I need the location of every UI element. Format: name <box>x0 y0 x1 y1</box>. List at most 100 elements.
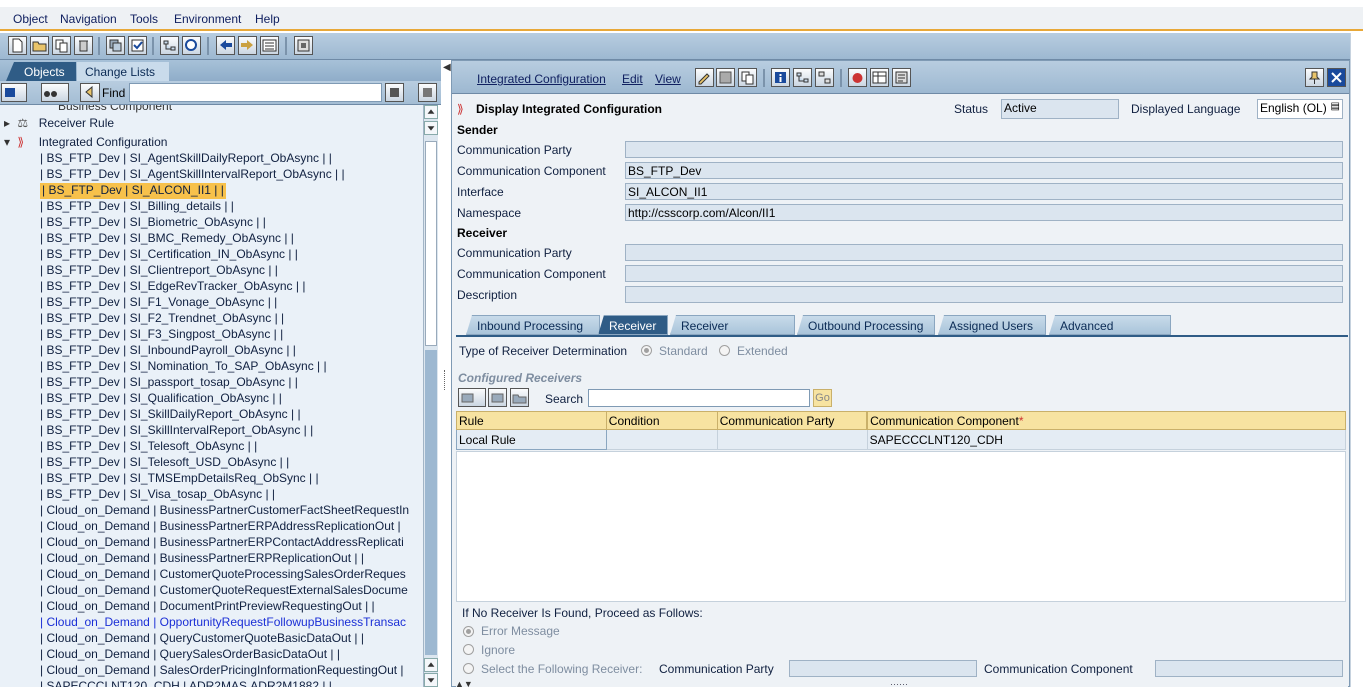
list-icon[interactable] <box>260 36 279 55</box>
add-row-icon[interactable] <box>458 388 486 407</box>
tree-scrollbar[interactable] <box>423 105 438 687</box>
sender-interface-field[interactable]: SI_ALCON_II1 <box>625 183 1343 200</box>
back-arrow-icon[interactable] <box>216 36 235 55</box>
open-folder-icon[interactable] <box>30 36 49 55</box>
tree-item[interactable]: | Cloud_on_Demand | BusinessPartnerERPAd… <box>40 519 401 535</box>
cell-rule[interactable]: Local Rule <box>456 429 607 450</box>
tree-item[interactable]: | BS_FTP_Dev | SI_passport_tosap_ObAsync… <box>40 375 298 391</box>
info-icon[interactable] <box>771 68 790 87</box>
cell-party[interactable] <box>716 429 868 450</box>
tree-node-business-component[interactable]: Business Component <box>58 105 172 115</box>
tree-item[interactable]: | BS_FTP_Dev | SI_F3_Singpost_ObAsync | … <box>40 327 283 343</box>
select-receiver-radio[interactable] <box>463 663 474 674</box>
error-message-radio[interactable] <box>463 626 474 637</box>
tab-outbound-processing[interactable]: Outbound Processing <box>797 315 935 335</box>
history-icon[interactable] <box>892 68 911 87</box>
pin-icon[interactable] <box>1305 68 1324 87</box>
binoculars-icon[interactable] <box>41 83 69 102</box>
expand-collapse-icon[interactable]: ▲▼ <box>455 679 473 689</box>
copy-icon[interactable] <box>52 36 71 55</box>
tree-item[interactable]: | BS_FTP_Dev | SI_Billing_details | | <box>40 199 234 215</box>
standard-radio[interactable] <box>641 345 652 356</box>
splitter-grip[interactable] <box>444 370 447 390</box>
tree-item[interactable]: | BS_FTP_Dev | SI_AgentSkillDailyReport_… <box>40 151 332 167</box>
sender-namespace-field[interactable]: http://csscorp.com/Alcon/II1 <box>625 204 1343 221</box>
tree-item[interactable]: | BS_FTP_Dev | SI_Visa_tosap_ObAsync | | <box>40 487 275 503</box>
menu-environment[interactable]: Environment <box>174 12 241 26</box>
copy-object-icon[interactable] <box>106 36 125 55</box>
menu-navigation[interactable]: Navigation <box>60 12 117 26</box>
tree-item[interactable]: | BS_FTP_Dev | SI_InboundPayroll_ObAsync… <box>40 343 296 359</box>
cell-component[interactable]: SAPECCCLNT120_CDH <box>866 429 1347 450</box>
tab-inbound-processing[interactable]: Inbound Processing <box>466 315 600 335</box>
menu-help[interactable]: Help <box>255 12 280 26</box>
menu-edit[interactable]: Edit <box>622 72 643 86</box>
tree-item[interactable]: | BS_FTP_Dev | SI_Clientreport_ObAsync |… <box>40 263 278 279</box>
tree-item[interactable]: | SAPECCCLNT120_CDH | ADR2MAS.ADR2M1882 … <box>40 679 332 687</box>
tab-receiver-interfaces[interactable]: Receiver Interfaces <box>670 315 795 335</box>
tree-item[interactable]: | Cloud_on_Demand | BusinessPartnerERPCo… <box>40 535 404 551</box>
tree-item[interactable]: | BS_FTP_Dev | SI_BMC_Remedy_ObAsync | | <box>40 231 294 247</box>
open-row-icon[interactable] <box>510 388 529 407</box>
scroll-up-icon[interactable] <box>424 658 438 672</box>
column-header-component[interactable]: Communication Component* <box>866 411 1347 430</box>
hierarchy-icon[interactable] <box>160 36 179 55</box>
expand-arrow-icon[interactable]: ▸ <box>4 116 14 130</box>
copy-icon[interactable] <box>738 68 757 87</box>
window-scrollbar[interactable] <box>1350 33 1363 687</box>
scroll-thumb[interactable] <box>425 141 437 346</box>
no-receiver-component-field[interactable] <box>1155 660 1343 677</box>
tree-item[interactable]: | Cloud_on_Demand | BusinessPartnerERPRe… <box>40 551 364 567</box>
menu-integrated-configuration[interactable]: Integrated Configuration <box>477 72 606 86</box>
tab-change-lists[interactable]: Change Lists <box>77 62 169 81</box>
tree-item[interactable]: | BS_FTP_Dev | SI_AgentSkillIntervalRepo… <box>40 167 345 183</box>
language-select[interactable]: English (OL) ▤ <box>1257 99 1343 119</box>
menu-object[interactable]: Object <box>13 12 48 26</box>
tree-item[interactable]: | BS_FTP_Dev | SI_Telesoft_USD_ObAsync |… <box>40 455 289 471</box>
hierarchy-icon[interactable] <box>793 68 812 87</box>
scroll-down-icon[interactable] <box>424 121 438 135</box>
no-receiver-party-field[interactable] <box>789 660 977 677</box>
tree-item[interactable]: | BS_FTP_Dev | SI_ALCON_II1 | | <box>40 183 226 199</box>
tree-item[interactable]: | BS_FTP_Dev | SI_F2_Trendnet_ObAsync | … <box>40 311 284 327</box>
dropdown-icon[interactable]: ▤ <box>1331 101 1340 112</box>
sender-component-field[interactable]: BS_FTP_Dev <box>625 162 1343 179</box>
resize-grip[interactable]: ⋯⋯ <box>890 679 908 690</box>
save-icon[interactable] <box>716 68 735 87</box>
column-header-party[interactable]: Communication Party <box>716 411 868 430</box>
delete-icon[interactable] <box>74 36 93 55</box>
receiver-description-field[interactable] <box>625 286 1343 303</box>
find-input[interactable] <box>129 83 382 102</box>
close-icon[interactable] <box>1327 68 1346 87</box>
remove-row-icon[interactable] <box>488 388 507 407</box>
column-header-rule[interactable]: Rule <box>456 411 607 430</box>
compare-icon[interactable] <box>128 36 147 55</box>
menu-view[interactable]: View <box>655 72 681 86</box>
tree-item[interactable]: | Cloud_on_Demand | QueryCustomerQuoteBa… <box>40 631 364 647</box>
search-go-icon[interactable] <box>385 83 404 102</box>
stop-icon[interactable] <box>418 83 437 102</box>
tab-assigned-users[interactable]: Assigned Users <box>938 315 1046 335</box>
test-icon[interactable] <box>848 68 867 87</box>
tree-item[interactable]: | BS_FTP_Dev | SI_Nomination_To_SAP_ObAs… <box>40 359 327 375</box>
tab-receiver[interactable]: Receiver <box>598 315 668 335</box>
edit-pencil-icon[interactable] <box>695 68 714 87</box>
tree-node-integrated-configuration[interactable]: ▾ ⟫ Integrated Configuration <box>4 135 167 151</box>
tree-item[interactable]: | Cloud_on_Demand | QuerySalesOrderBasic… <box>40 647 340 663</box>
where-used-icon[interactable] <box>182 36 201 55</box>
tree-item[interactable]: | BS_FTP_Dev | SI_TMSEmpDetailsReq_ObSyn… <box>40 471 319 487</box>
ignore-radio[interactable] <box>463 644 474 655</box>
tab-advanced-settings[interactable]: Advanced Settings <box>1049 315 1171 335</box>
cell-condition[interactable] <box>605 429 718 450</box>
tree-item[interactable]: | BS_FTP_Dev | SI_Biometric_ObAsync | | <box>40 215 266 231</box>
collapse-icon[interactable] <box>80 83 100 102</box>
collapse-arrow-icon[interactable]: ▾ <box>4 135 14 149</box>
table-icon[interactable] <box>870 68 889 87</box>
table-row[interactable]: Local Rule SAPECCCLNT120_CDH <box>456 429 1347 450</box>
go-button[interactable]: Go <box>813 389 832 407</box>
receiver-party-field[interactable] <box>625 244 1343 261</box>
settings-icon[interactable] <box>294 36 313 55</box>
tree-item[interactable]: | BS_FTP_Dev | SI_Qualification_ObAsync … <box>40 391 282 407</box>
tab-objects[interactable]: Objects <box>6 62 76 81</box>
scroll-down-icon[interactable] <box>424 673 438 687</box>
